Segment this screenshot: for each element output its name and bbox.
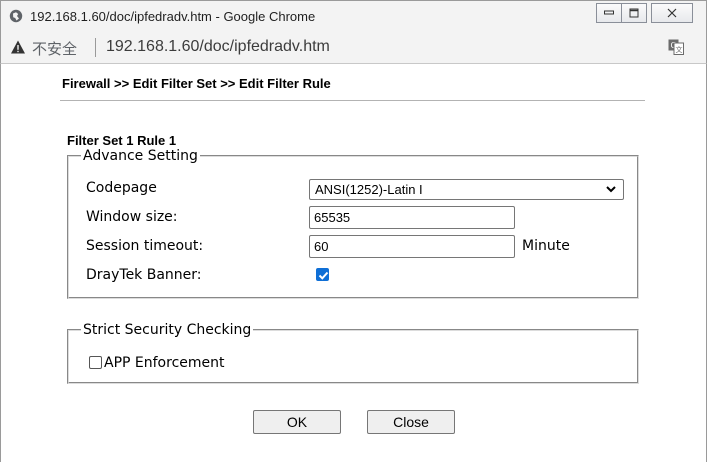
minimize-button[interactable] — [596, 3, 622, 23]
codepage-label: Codepage — [86, 180, 157, 196]
session-timeout-input[interactable]: 60 — [309, 235, 515, 258]
page-title: Filter Set 1 Rule 1 — [67, 133, 177, 148]
address-bar: 不安全 192.168.1.60/doc/ipfedradv.htm G 文 — [0, 31, 707, 64]
maximize-button[interactable] — [621, 3, 647, 23]
divider — [60, 100, 645, 101]
draytek-banner-label: DrayTek Banner: — [86, 267, 202, 283]
strict-security-group: Strict Security Checking — [67, 322, 639, 384]
ok-button[interactable]: OK — [253, 410, 341, 434]
window-size-input[interactable]: 65535 — [309, 206, 515, 229]
chevron-down-icon — [606, 186, 616, 193]
checkmark-icon — [318, 271, 329, 280]
globe-icon — [9, 9, 23, 23]
draytek-banner-checkbox[interactable] — [316, 268, 329, 281]
warning-icon[interactable] — [10, 39, 26, 55]
security-label[interactable]: 不安全 — [32, 38, 77, 59]
window-size-label: Window size: — [86, 209, 178, 225]
maximize-icon — [629, 8, 639, 18]
close-button[interactable]: Close — [367, 410, 455, 434]
app-enforcement-label[interactable]: APP Enforcement — [104, 355, 225, 371]
breadcrumb: Firewall >> Edit Filter Set >> Edit Filt… — [62, 76, 331, 91]
address-divider — [95, 38, 96, 57]
session-timeout-label: Session timeout: — [86, 238, 204, 254]
window-controls — [596, 3, 693, 25]
strict-security-legend: Strict Security Checking — [83, 322, 252, 338]
window-close-button[interactable] — [651, 3, 693, 23]
svg-text:文: 文 — [676, 45, 683, 54]
app-enforcement-checkbox[interactable] — [89, 356, 102, 369]
codepage-select[interactable]: ANSI(1252)-Latin I — [309, 179, 624, 200]
translate-icon[interactable]: G 文 — [668, 39, 684, 55]
session-timeout-unit: Minute — [522, 238, 570, 254]
window-titlebar: 192.168.1.60/doc/ipfedradv.htm - Google … — [0, 0, 707, 31]
window-title: 192.168.1.60/doc/ipfedradv.htm - Google … — [30, 9, 316, 24]
url-text[interactable]: 192.168.1.60/doc/ipfedradv.htm — [106, 38, 330, 56]
close-icon — [667, 8, 677, 18]
minimize-icon — [604, 10, 614, 15]
advance-setting-legend: Advance Setting — [83, 148, 198, 164]
codepage-selected-value: ANSI(1252)-Latin I — [315, 182, 423, 197]
